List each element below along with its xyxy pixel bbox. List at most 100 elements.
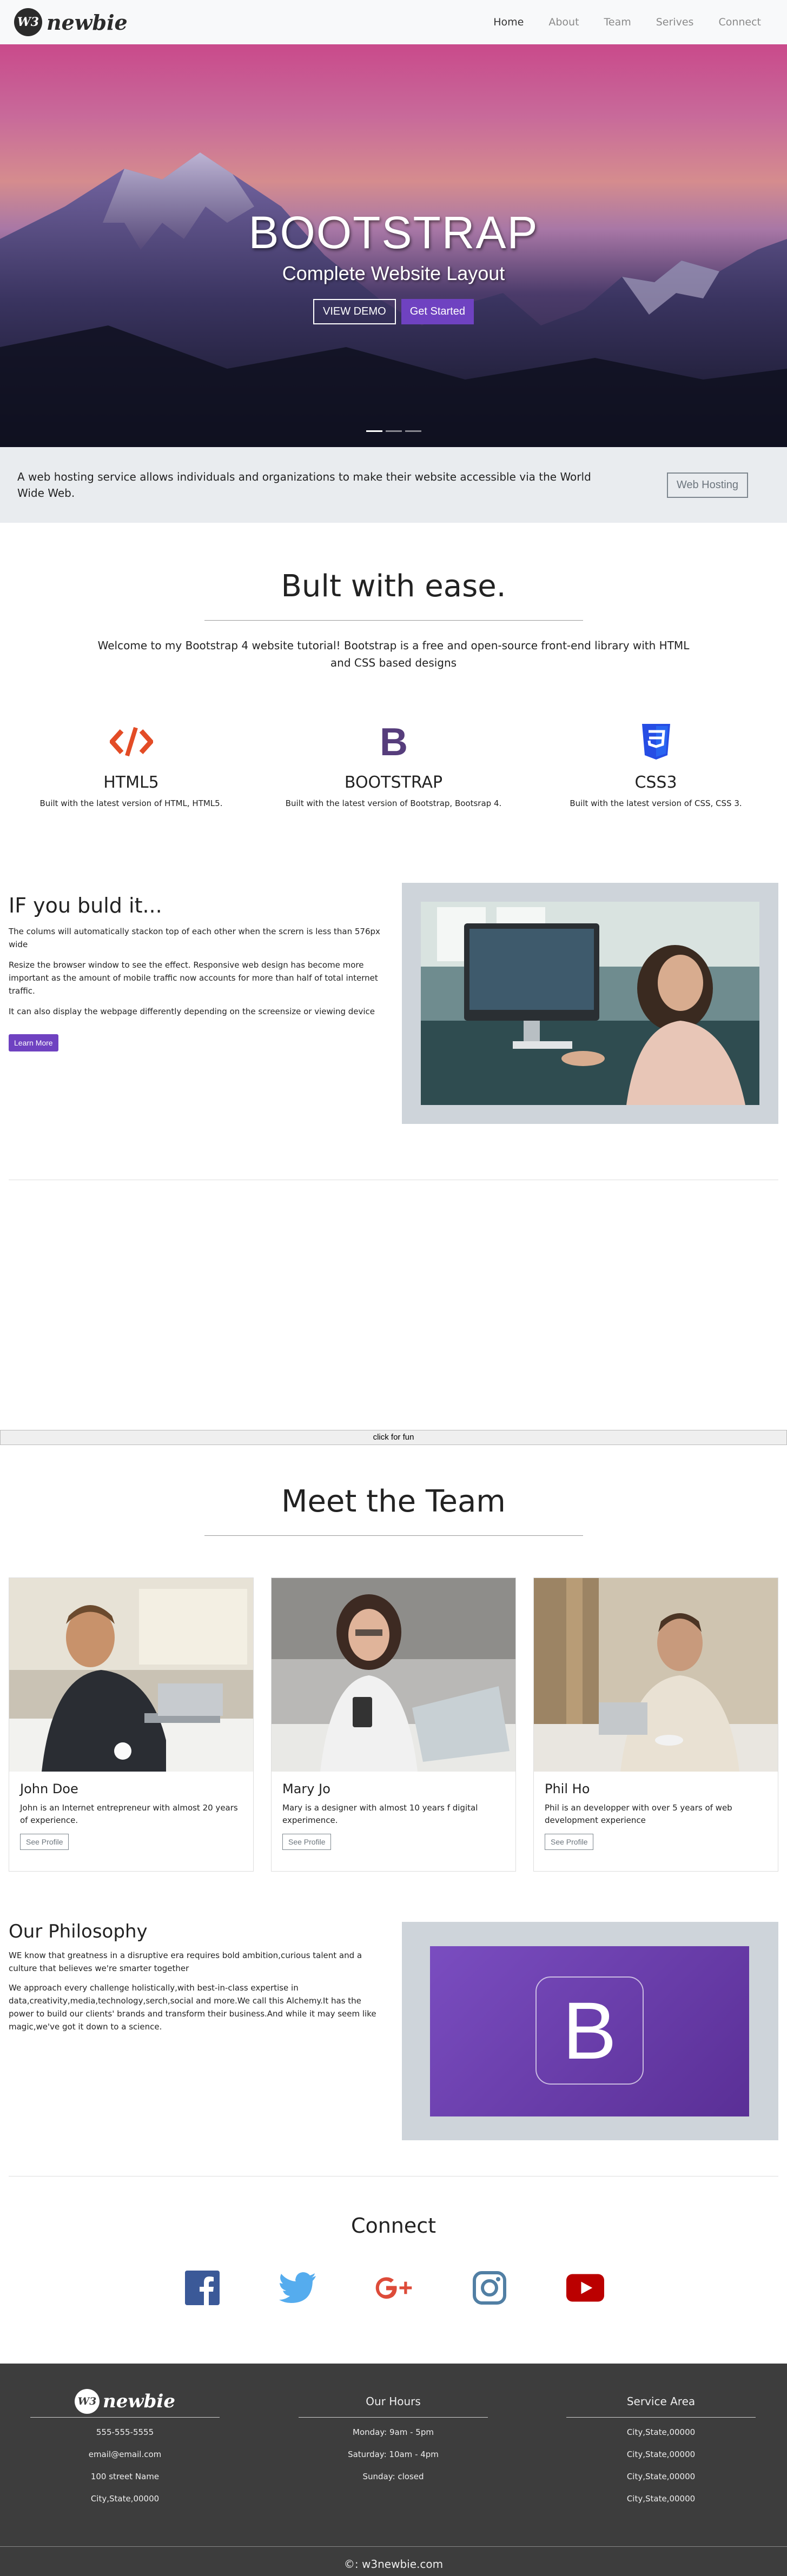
logo-text: newbie [103,2390,175,2412]
see-profile-button[interactable]: See Profile [282,1834,332,1850]
nav-links: Home About Team Serives Connect [493,16,761,28]
card-body: John Doe John is an Internet entrepreneu… [9,1772,253,1860]
philosophy-paragraph: WE know that greatness in a disruptive e… [9,1951,362,1973]
feature-title: HTML5 [103,773,159,792]
team-member-name: Phil Ho [545,1781,590,1796]
responsive-paragraph: Resize the browser window to see the eff… [9,960,378,996]
contact-phone: 555-555-5555 [96,2427,154,2437]
team-card-mary: Mary Jo Mary is a designer with almost 1… [271,1577,516,1872]
responsive-paragraph: It can also display the webpage differen… [9,1007,375,1016]
card-body: Phil Ho Phil is an developper with over … [534,1772,778,1860]
nav-link-team[interactable]: Team [604,16,631,28]
web-hosting-button[interactable]: Web Hosting [666,472,748,498]
team-header: Meet the Team [0,1484,787,1552]
service-area-item: City,State,00000 [626,2449,696,2459]
click-for-fun-button[interactable]: click for fun [0,1430,787,1445]
footer-col-header: Our Hours [299,2385,488,2418]
team-member-name: Mary Jo [282,1781,330,1796]
philosophy-paragraph: We approach every challenge holistically… [9,1983,376,2032]
youtube-icon[interactable] [566,2269,604,2307]
team-photo [272,1578,515,1772]
svg-text:B: B [380,723,408,761]
responsive-text: IF you buld it... The colums will automa… [9,894,387,1051]
page: W3 newbie Home About Team Serives Connec… [0,0,787,2576]
feature-text: Built with the latest version of Bootstr… [285,798,502,808]
service-area-list: City,State,00000 City,State,00000 City,S… [566,2427,756,2504]
feature-title: CSS3 [634,773,677,792]
navbar: W3 newbie Home About Team Serives Connec… [0,0,787,44]
nav-link-services[interactable]: Serives [656,16,694,28]
hours-list: Monday: 9am - 5pm Saturday: 10am - 4pm S… [299,2427,488,2481]
css3-icon [537,720,775,763]
woman-at-computer-image [421,902,759,1105]
welcome-section: Bult with ease. Welcome to my Bootstrap … [0,523,787,808]
logo-badge: W3 [75,2388,100,2414]
hours-item: Sunday: closed [362,2472,424,2481]
team-member-name: John Doe [20,1781,78,1796]
feature-bootstrap: B BOOTSTRAP Built with the latest versio… [275,720,513,808]
team-member-bio: Phil is an developper with over 5 years … [545,1803,732,1825]
carousel-indicator[interactable] [405,430,421,432]
footer-logo[interactable]: W3 newbie [30,2385,220,2418]
responsive-heading: IF you buld it... [9,894,162,917]
card-body: Mary Jo Mary is a designer with almost 1… [272,1772,515,1860]
features-row: HTML5 Built with the latest version of H… [0,720,787,808]
brand-logo[interactable]: W3 newbie [14,8,128,36]
copyright: ©: w3newbie.com [0,2546,787,2571]
bootstrap-icon: B [275,720,513,763]
feature-html5: HTML5 Built with the latest version of H… [12,720,250,808]
philosophy-image-frame: B [402,1922,778,2140]
view-demo-button[interactable]: VIEW DEMO [313,299,396,324]
jumbotron-text: A web hosting service allows individuals… [17,470,591,500]
connect-header: Connect [0,2214,787,2238]
footer-col-header: Service Area [566,2385,756,2418]
hero-carousel: BOOTSTRAP Complete Website Layout VIEW D… [0,44,787,447]
team-card-phil: Phil Ho Phil is an developper with over … [533,1577,778,1872]
contact-email: email@email.com [88,2449,162,2459]
carousel-indicator[interactable] [366,430,382,432]
contact-list: 555-555-5555 email@email.com 100 street … [30,2427,220,2504]
hours-heading: Our Hours [366,2394,421,2408]
bootstrap-banner-image: B [430,1946,749,2116]
team-card-john: John Doe John is an Internet entrepreneu… [9,1577,254,1872]
social-links [0,2269,787,2307]
google-plus-icon[interactable] [375,2269,413,2307]
twitter-icon[interactable] [279,2269,317,2307]
welcome-heading: Bult with ease. [281,569,506,604]
desk-image-frame [402,883,778,1124]
footer-logo-mark: W3 newbie [75,2388,175,2414]
feature-css3: CSS3 Built with the latest version of CS… [537,720,775,808]
connect-heading: Connect [350,2214,437,2238]
philosophy-heading: Our Philosophy [9,1921,148,1942]
carousel-indicator[interactable] [385,430,402,432]
jumbotron: A web hosting service allows individuals… [0,447,787,523]
nav-link-connect[interactable]: Connect [718,16,761,28]
hero-subtitle: Complete Website Layout [282,262,505,284]
facebook-icon[interactable] [183,2269,221,2307]
hours-item: Monday: 9am - 5pm [353,2427,434,2437]
contact-city: City,State,00000 [90,2494,160,2504]
service-area-item: City,State,00000 [626,2427,696,2437]
team-member-bio: John is an Internet entrepreneur with al… [20,1803,238,1825]
see-profile-button[interactable]: See Profile [20,1834,69,1850]
see-profile-button[interactable]: See Profile [545,1834,594,1850]
divider [204,1535,583,1536]
footer-service-area: Service Area City,State,00000 City,State… [566,2385,756,2516]
welcome-lead: Welcome to my Bootstrap 4 website tutori… [97,639,690,669]
team-member-bio: Mary is a designer with almost 10 years … [282,1803,478,1825]
service-area-item: City,State,00000 [626,2494,696,2504]
logo-badge: W3 [14,8,42,36]
feature-text: Built with the latest version of CSS, CS… [570,798,742,808]
learn-more-button[interactable]: Learn More [9,1034,58,1051]
nav-link-home[interactable]: Home [493,16,524,28]
service-area-heading: Service Area [626,2394,696,2408]
divider [204,620,583,621]
philosophy-section: Our Philosophy WE know that greatness in… [9,1921,387,2033]
get-started-button[interactable]: Get Started [401,299,474,324]
footer: W3 newbie 555-555-5555 email@email.com 1… [0,2364,787,2576]
feature-text: Built with the latest version of HTML, H… [39,798,223,808]
instagram-icon[interactable] [471,2269,508,2307]
contact-street: 100 street Name [90,2472,160,2481]
hero-caption: BOOTSTRAP Complete Website Layout VIEW D… [0,207,787,324]
nav-link-about[interactable]: About [548,16,579,28]
